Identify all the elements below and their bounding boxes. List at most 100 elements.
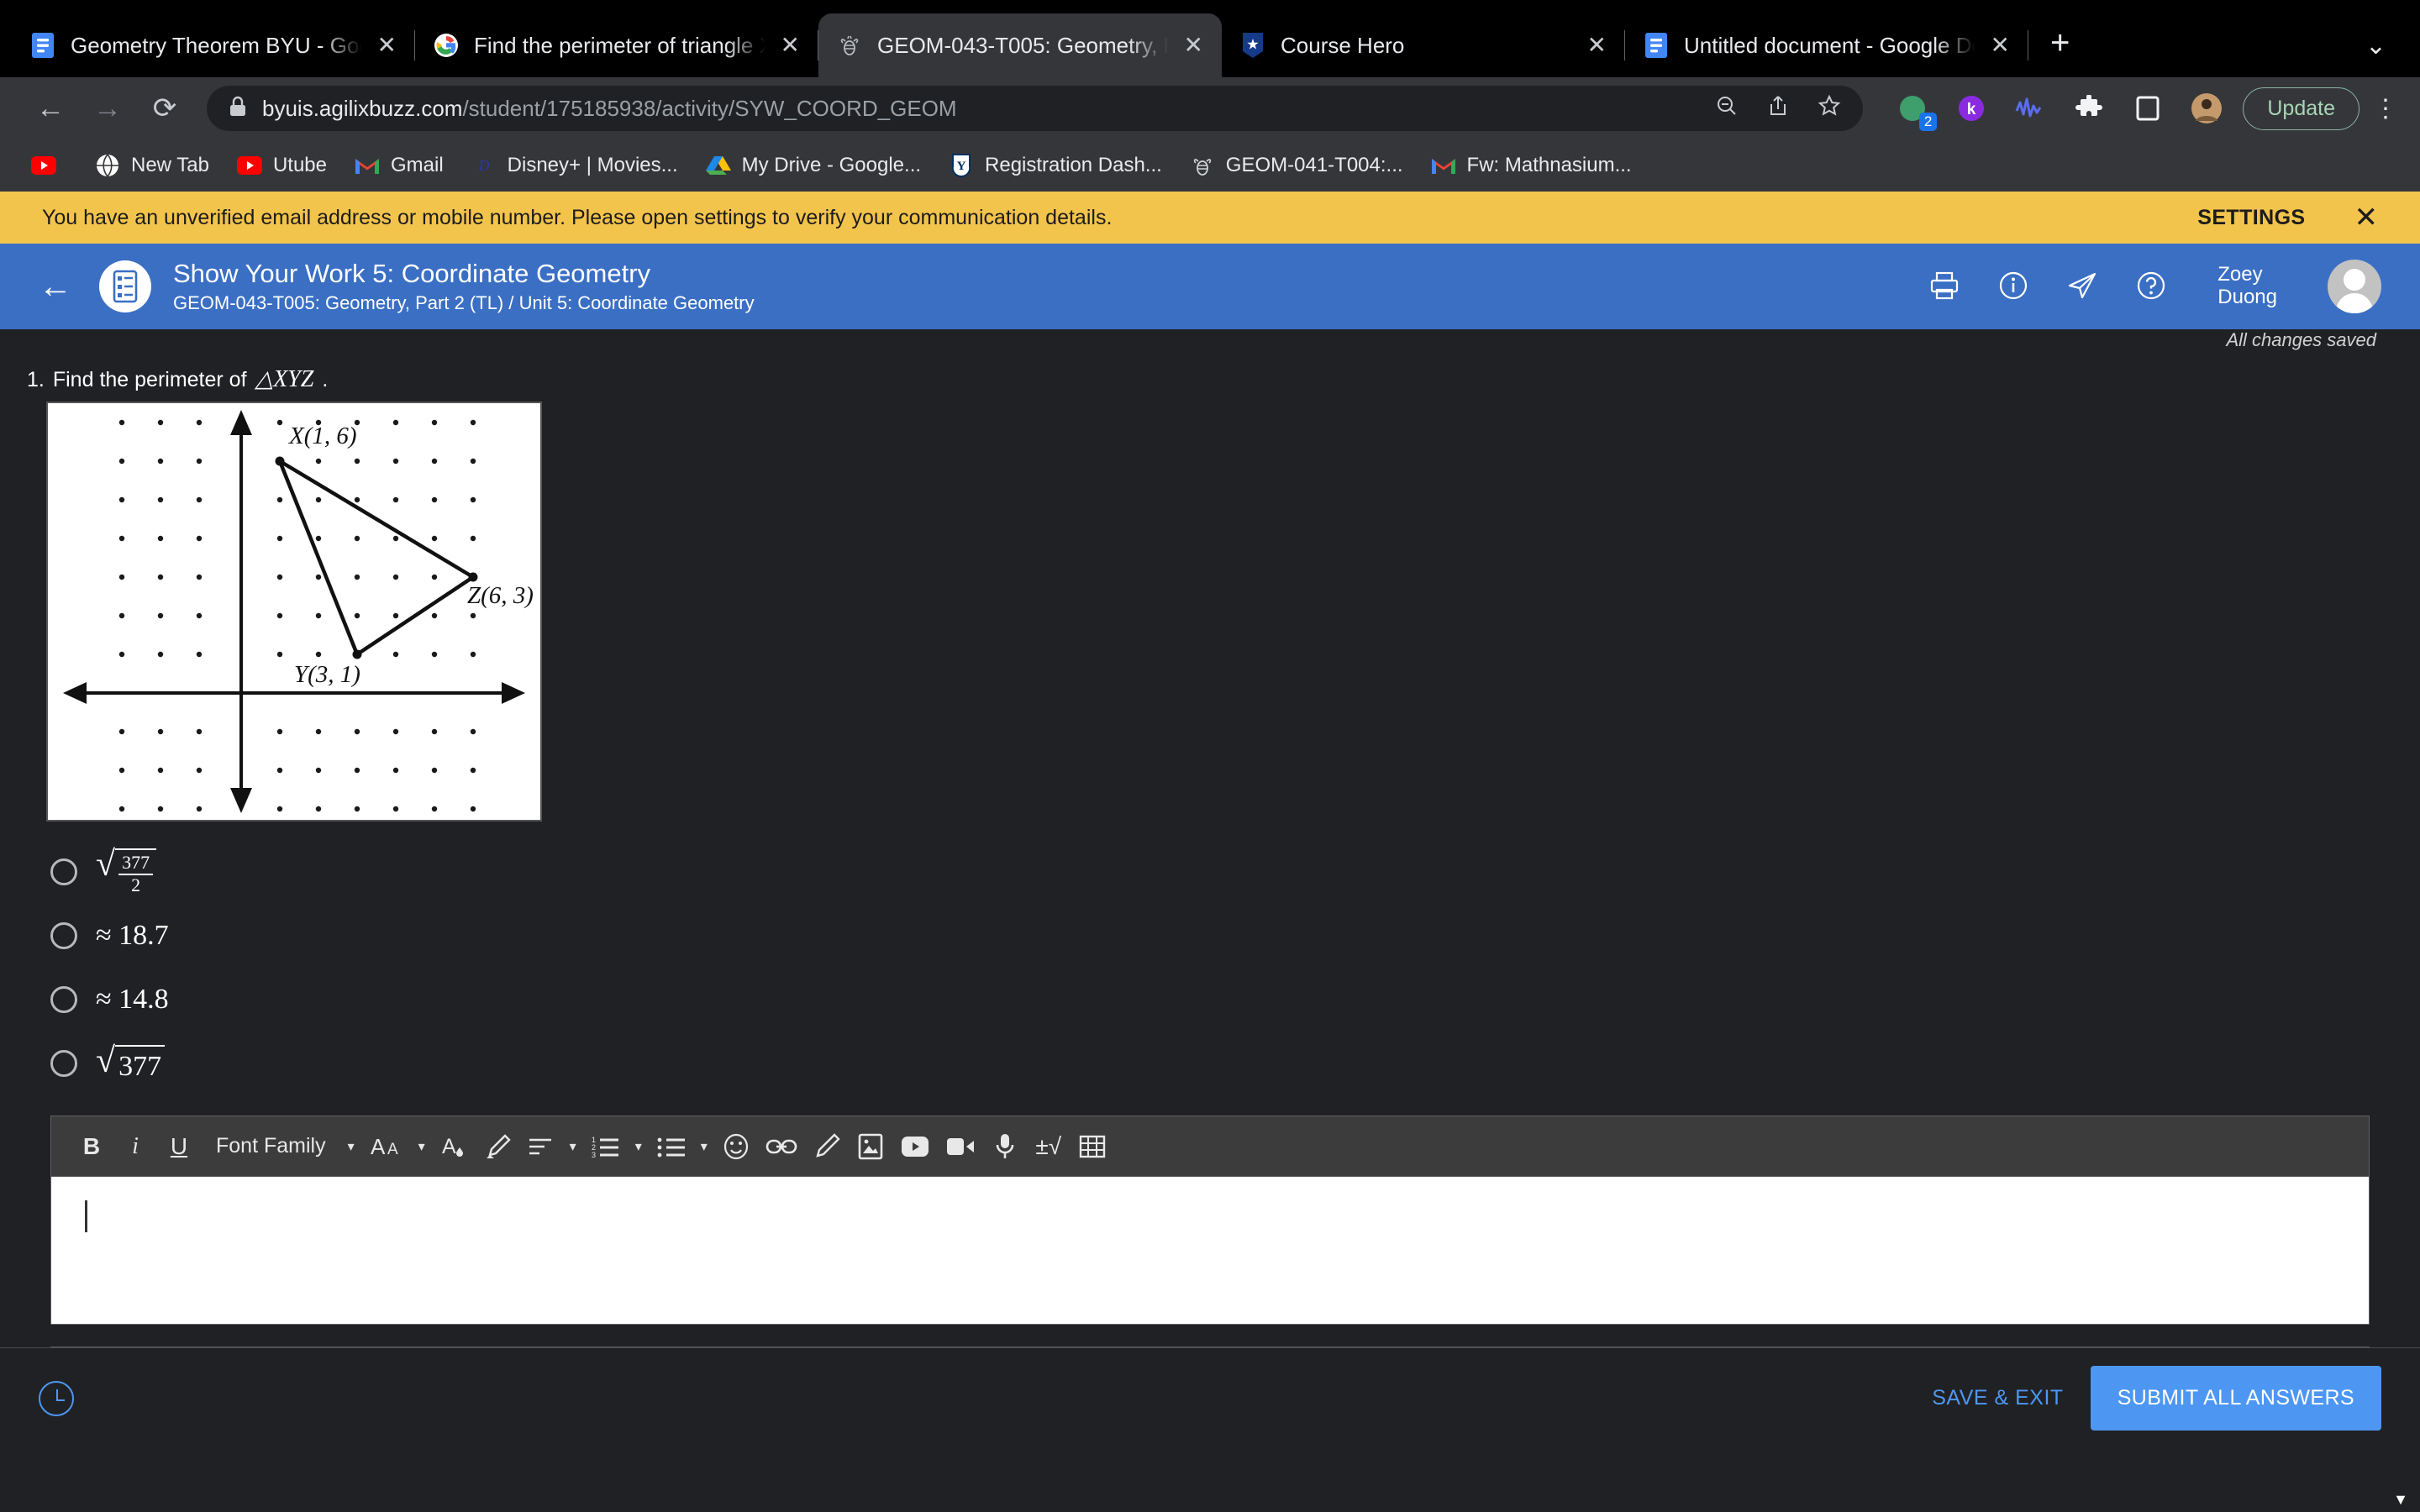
tab-close-icon[interactable]: ✕ (1991, 34, 2010, 57)
emoji-button[interactable] (714, 1125, 758, 1168)
lock-icon (229, 96, 247, 122)
bookmark-item[interactable]: New Tab (81, 152, 223, 179)
browser-tab-1[interactable]: Find the perimeter of triangle X ✕ (415, 13, 818, 77)
bookmark-item[interactable]: Fw: Mathnasium... (1417, 152, 1645, 179)
activity-back-button[interactable]: ← (39, 268, 99, 306)
answer-option-a[interactable]: √ 377 2 (50, 840, 2395, 904)
radio-button[interactable] (50, 986, 77, 1013)
bookmark-item[interactable]: My Drive - Google... (692, 152, 934, 179)
tab-close-icon[interactable]: ✕ (781, 34, 800, 57)
side-panel-icon[interactable] (2130, 91, 2165, 126)
draw-button[interactable] (805, 1125, 849, 1168)
waveform-extension-icon[interactable] (2012, 91, 2048, 126)
option-label: ≈ 18.7 (96, 920, 169, 951)
text-color-button[interactable]: A (432, 1125, 476, 1168)
avatar-chevron-icon[interactable]: ▼ (2393, 1491, 2408, 1509)
radio-button[interactable] (50, 858, 77, 885)
forward-button[interactable]: → (79, 92, 136, 125)
option-label: √ 377 2 (96, 847, 157, 895)
avatar-head (2344, 269, 2365, 291)
insert-table-button[interactable] (1071, 1125, 1114, 1168)
editor-toolbar: B i U Font Family ▾ AA ▾ A ▾ 123 ▾ ▾ ±√ (51, 1116, 2369, 1177)
numbered-list-caret-icon[interactable]: ▾ (629, 1138, 649, 1155)
submit-all-answers-button[interactable]: SUBMIT ALL ANSWERS (2090, 1366, 2381, 1431)
course-hero-icon (1240, 33, 1265, 58)
answer-option-b[interactable]: ≈ 18.7 (50, 904, 2395, 968)
link-button[interactable] (758, 1125, 805, 1168)
option-label: √ 377 (96, 1043, 166, 1083)
activity-footer: SAVE & EXIT SUBMIT ALL ANSWERS (0, 1347, 2420, 1448)
option-label: ≈ 14.8 (96, 984, 169, 1015)
bookmark-item[interactable]: GEOM-041-T004:... (1176, 152, 1417, 179)
math-equation-button[interactable]: ±√ (1027, 1125, 1071, 1168)
underline-button[interactable]: U (157, 1125, 201, 1168)
bullet-list-caret-icon[interactable]: ▾ (694, 1138, 714, 1155)
tab-close-icon[interactable]: ✕ (1184, 34, 1203, 57)
answer-option-c[interactable]: ≈ 14.8 (50, 968, 2395, 1032)
share-icon[interactable] (1767, 94, 1789, 123)
editor-text-area[interactable] (51, 1177, 2369, 1324)
google-drive-icon (705, 152, 732, 179)
bookmark-item[interactable]: Y Registration Dash... (934, 152, 1176, 179)
font-size-button[interactable]: AA (361, 1125, 412, 1168)
clock-icon[interactable] (39, 1380, 74, 1416)
highlighter-button[interactable] (476, 1125, 519, 1168)
bookmark-item[interactable]: Utube (223, 152, 340, 179)
bookmark-label: Gmail (391, 154, 444, 176)
insert-image-button[interactable] (849, 1125, 892, 1168)
browser-tab-4[interactable]: Untitled document - Google Do ✕ (1625, 13, 2028, 77)
bookmark-item[interactable]: Gmail (340, 152, 457, 179)
banner-close-icon[interactable]: ✕ (2354, 201, 2379, 234)
radio-button[interactable] (50, 1050, 77, 1077)
tab-title: Geometry Theorem BYU - Goo (71, 32, 362, 58)
profile-avatar[interactable] (2189, 91, 2224, 126)
font-family-caret-icon[interactable]: ▾ (341, 1138, 361, 1155)
font-family-select[interactable]: Font Family (201, 1125, 341, 1168)
kami-extension-icon[interactable]: k (1954, 91, 1989, 126)
bookmark-item[interactable]: D Disney+ | Movies... (457, 152, 692, 179)
new-tab-button[interactable]: + (2050, 24, 2070, 62)
zoom-out-icon[interactable] (1715, 94, 1739, 123)
video-button[interactable] (938, 1125, 983, 1168)
byu-icon: Y (948, 152, 975, 179)
help-icon[interactable] (2135, 270, 2169, 303)
reload-button[interactable]: ⟳ (136, 92, 193, 125)
point-label-x: X(1, 6) (288, 423, 357, 449)
update-button[interactable]: Update (2243, 87, 2360, 130)
bullet-list-button[interactable] (649, 1125, 694, 1168)
tab-title: GEOM-043-T005: Geometry, P (877, 32, 1169, 58)
grammarly-extension-icon[interactable]: 2 (1895, 91, 1938, 131)
avatar[interactable] (2328, 260, 2381, 313)
question-text: Find the perimeter of (52, 368, 247, 391)
tab-close-icon[interactable]: ✕ (377, 34, 397, 57)
address-bar[interactable]: byuis.agilixbuzz.com/student/175185938/a… (207, 86, 1864, 131)
browser-tab-3[interactable]: Course Hero ✕ (1222, 13, 1625, 77)
browser-tab-2-active[interactable]: GEOM-043-T005: Geometry, P ✕ (818, 13, 1222, 77)
bold-button[interactable]: B (70, 1125, 113, 1168)
bookmark-star-icon[interactable] (1818, 94, 1841, 123)
puzzle-extensions-icon[interactable] (2071, 91, 2107, 126)
fraction-numerator: 377 (118, 852, 154, 875)
answer-option-d[interactable]: √ 377 (50, 1032, 2395, 1095)
radio-button[interactable] (50, 922, 77, 949)
tab-search-chevron-icon[interactable]: ⌄ (2365, 31, 2386, 60)
info-icon[interactable] (1997, 270, 2031, 303)
banner-settings-button[interactable]: SETTINGS (2197, 206, 2305, 230)
bookmark-item[interactable] (17, 152, 81, 179)
save-and-exit-button[interactable]: SAVE & EXIT (1905, 1386, 2090, 1410)
youtube-button[interactable] (892, 1125, 938, 1168)
browser-menu-button[interactable]: ⋮ (2373, 94, 2398, 123)
align-button[interactable] (519, 1125, 563, 1168)
align-caret-icon[interactable]: ▾ (563, 1138, 583, 1155)
disney-plus-icon: D (471, 152, 497, 179)
user-name[interactable]: Zoey Duong (2217, 263, 2277, 309)
send-icon[interactable] (2066, 270, 2100, 303)
tab-close-icon[interactable]: ✕ (1587, 34, 1607, 57)
italic-button[interactable]: i (113, 1125, 157, 1168)
print-icon[interactable] (1928, 270, 1962, 303)
numbered-list-button[interactable]: 123 (583, 1125, 629, 1168)
back-button[interactable]: ← (22, 92, 79, 125)
browser-tab-0[interactable]: Geometry Theorem BYU - Goo ✕ (12, 13, 415, 77)
font-size-caret-icon[interactable]: ▾ (412, 1138, 432, 1155)
microphone-button[interactable] (983, 1125, 1027, 1168)
